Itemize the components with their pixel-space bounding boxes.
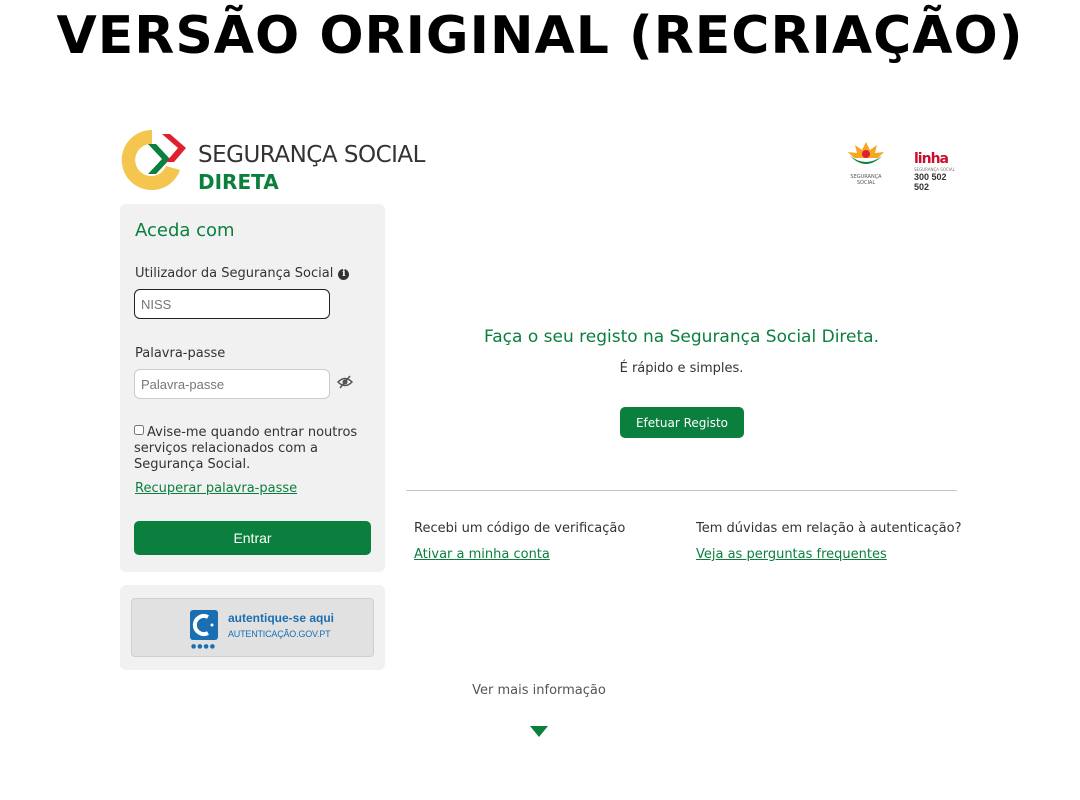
register-button[interactable]: Efetuar Registo	[620, 407, 744, 438]
user-label-text: Utilizador da Segurança Social	[135, 266, 334, 281]
linha-seguranca-social-brand: linha SEGURANÇA SOCIAL 300 502 502	[914, 148, 964, 192]
register-subtitle: É rápido e simples.	[619, 361, 744, 376]
seguranca-social-emblem-icon	[848, 142, 884, 164]
verification-code-text: Recebi um código de verificação	[414, 521, 626, 536]
ssd-logo[interactable]: SEGURANÇA SOCIAL DIRETA	[118, 126, 425, 194]
show-password-eye-icon[interactable]	[337, 374, 353, 390]
faq-link[interactable]: Veja as perguntas frequentes	[696, 547, 887, 562]
password-label: Palavra-passe	[135, 346, 226, 361]
remember-checkbox[interactable]	[134, 425, 144, 435]
auth-gov-subtitle: AUTENTICAÇÃO.GOV.PT	[228, 629, 331, 639]
user-label: Utilizador da Segurança Social i	[135, 266, 350, 281]
chevron-down-icon[interactable]	[530, 726, 548, 737]
password-input[interactable]	[134, 369, 330, 399]
linha-phone-number: 300 502 502	[914, 172, 947, 192]
register-title: Faça o seu registo na Segurança Social D…	[484, 327, 879, 347]
section-divider	[406, 490, 957, 491]
auth-gov-title: autentique-se aqui	[228, 611, 335, 625]
login-title: Aceda com	[135, 220, 235, 241]
auth-gov-panel: autentique-se aqui AUTENTICAÇÃO.GOV.PT ●…	[120, 585, 385, 670]
auth-gov-logo-icon	[190, 610, 218, 640]
recover-password-link[interactable]: Recuperar palavra-passe	[135, 481, 297, 496]
activate-account-link[interactable]: Ativar a minha conta	[414, 547, 550, 562]
auth-doubts-text: Tem dúvidas em relação à autenticação?	[696, 521, 962, 536]
seguranca-social-brand: SEGURANÇA SOCIAL	[842, 140, 890, 186]
logo-text-direta: DIRETA	[198, 170, 279, 194]
remember-option[interactable]: Avise-me quando entrar noutros serviços …	[134, 425, 379, 473]
seguranca-social-caption: SEGURANÇA SOCIAL	[850, 174, 882, 186]
auth-gov-button[interactable]: autentique-se aqui AUTENTICAÇÃO.GOV.PT ●…	[131, 598, 374, 657]
remember-text: Avise-me quando entrar noutros serviços …	[134, 425, 358, 472]
logo-text-seguranca-social: SEGURANÇA SOCIAL	[198, 142, 425, 168]
page-banner-title: VERSÃO ORIGINAL (RECRIAÇÃO)	[56, 6, 1024, 66]
niss-input[interactable]	[134, 289, 330, 319]
login-panel: Aceda com Utilizador da Segurança Social…	[120, 204, 385, 572]
ssd-logo-icon	[121, 129, 186, 190]
enter-button[interactable]: Entrar	[134, 521, 371, 555]
auth-gov-dots-icon: ●●●●	[191, 643, 216, 650]
info-icon[interactable]: i	[338, 269, 350, 280]
linha-word: linha	[914, 151, 949, 167]
more-info-text[interactable]: Ver mais informação	[406, 683, 672, 698]
